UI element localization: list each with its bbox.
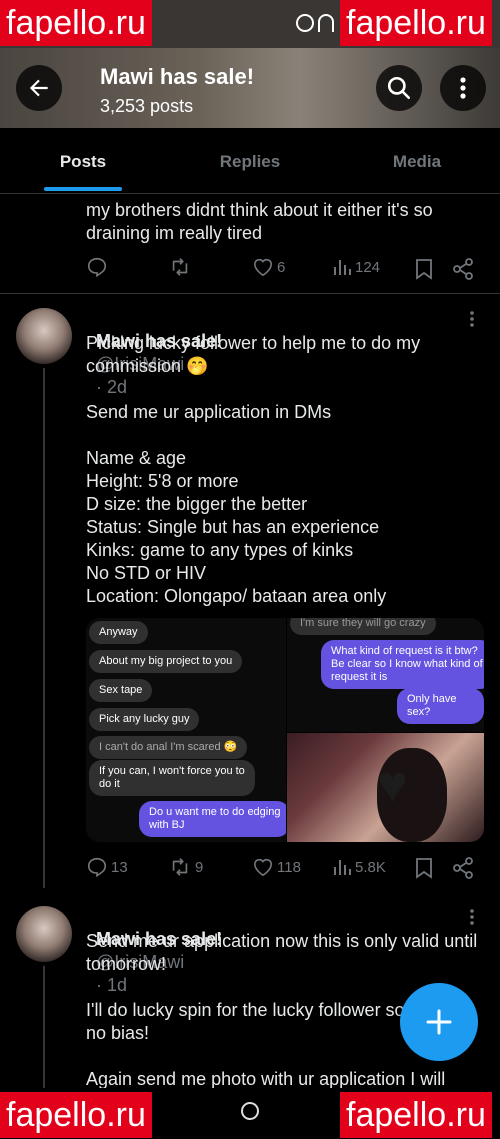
views-count: 124 xyxy=(355,258,381,276)
post-count: 3,253 posts xyxy=(100,96,194,116)
heart-icon xyxy=(253,258,273,277)
chat-bubble: What kind of request is it btw? Be clear… xyxy=(321,640,484,689)
watermark: fapello.ru xyxy=(340,0,492,46)
share-button[interactable] xyxy=(452,258,474,285)
reply-icon xyxy=(87,857,107,878)
watermark: fapello.ru xyxy=(0,1092,152,1138)
post-image-chat-1[interactable]: Anyway About my big project to you Sex t… xyxy=(86,618,286,842)
watermark: fapello.ru xyxy=(340,1092,492,1138)
repost-icon xyxy=(172,258,188,276)
bookmark-button[interactable] xyxy=(414,258,434,285)
chat-bubble: Pick any lucky guy xyxy=(89,708,200,731)
chat-bubble: I can't do anal I'm scared 😳 xyxy=(89,736,248,759)
chat-bubble: Anyway xyxy=(89,621,148,644)
chat-bubble: I'm sure they will go crazy xyxy=(290,618,436,635)
views-icon xyxy=(334,860,351,875)
views-count: 5.8K xyxy=(355,858,386,876)
thread-line xyxy=(43,368,45,888)
bookmark-icon xyxy=(416,259,432,280)
share-button[interactable] xyxy=(452,857,474,884)
bookmark-icon xyxy=(416,858,432,879)
like-button[interactable]: 6 xyxy=(252,257,285,277)
chat-bubble: If you can, I won't force you to do it xyxy=(89,760,255,796)
avatar[interactable] xyxy=(16,906,72,962)
repost-icon xyxy=(172,858,188,876)
repost-count: 9 xyxy=(195,858,204,876)
post-more-button[interactable] xyxy=(466,310,478,333)
share-icon xyxy=(453,258,473,280)
views-icon xyxy=(334,260,351,275)
tab-replies[interactable]: Replies xyxy=(166,128,334,193)
reply-icon xyxy=(87,257,107,278)
views-button[interactable]: 5.8K xyxy=(332,857,386,877)
post-image-chat-2[interactable]: I'm sure they will go crazy What kind of… xyxy=(287,618,484,732)
tab-posts[interactable]: Posts xyxy=(0,128,166,193)
reply-button[interactable] xyxy=(86,256,108,278)
alarm-icon xyxy=(296,14,314,32)
tab-media[interactable]: Media xyxy=(334,128,500,193)
chat-bubble: Only have sex? xyxy=(397,688,484,724)
more-vertical-icon xyxy=(470,909,474,925)
thread-line xyxy=(43,966,45,1088)
profile-tabs: Posts Replies Media xyxy=(0,128,500,194)
black-heart-emoji: ♥ xyxy=(377,756,408,814)
headphone-icon xyxy=(318,14,334,32)
heart-icon xyxy=(253,858,273,877)
post-text: my brothers didnt think about it either … xyxy=(86,200,433,243)
bookmark-button[interactable] xyxy=(414,857,434,884)
like-count: 6 xyxy=(277,258,286,276)
more-options-button[interactable] xyxy=(440,65,486,111)
reply-button[interactable]: 13 xyxy=(86,856,128,878)
active-tab-indicator xyxy=(44,187,122,191)
reply-count: 13 xyxy=(111,858,128,876)
profile-title: Mawi has sale! xyxy=(100,64,255,89)
repost-button[interactable] xyxy=(168,256,192,278)
search-button[interactable] xyxy=(376,65,422,111)
back-arrow-icon xyxy=(29,79,48,97)
compose-plus-icon xyxy=(426,1009,452,1035)
more-vertical-icon xyxy=(460,77,466,99)
like-count: 118 xyxy=(277,858,301,876)
post-text: Picking lucky follower to help me to do … xyxy=(86,333,421,606)
divider xyxy=(0,293,500,294)
post-more-button[interactable] xyxy=(466,908,478,931)
views-button[interactable]: 124 xyxy=(332,257,380,277)
chat-bubble: Sex tape xyxy=(89,679,153,702)
home-circle-icon[interactable] xyxy=(241,1102,259,1120)
back-button[interactable] xyxy=(16,65,62,111)
chat-bubble: About my big project to you xyxy=(89,650,243,673)
chat-bubble: Do u want me to do edging with BJ xyxy=(139,801,286,837)
post-image-photo[interactable]: ♥ xyxy=(287,733,484,842)
share-icon xyxy=(453,857,473,879)
repost-button[interactable]: 9 xyxy=(168,856,203,878)
search-icon xyxy=(387,76,411,100)
compose-button[interactable] xyxy=(400,983,478,1061)
avatar[interactable] xyxy=(16,308,72,364)
like-button[interactable]: 118 xyxy=(252,857,301,877)
watermark: fapello.ru xyxy=(0,0,152,46)
more-vertical-icon xyxy=(470,311,474,327)
